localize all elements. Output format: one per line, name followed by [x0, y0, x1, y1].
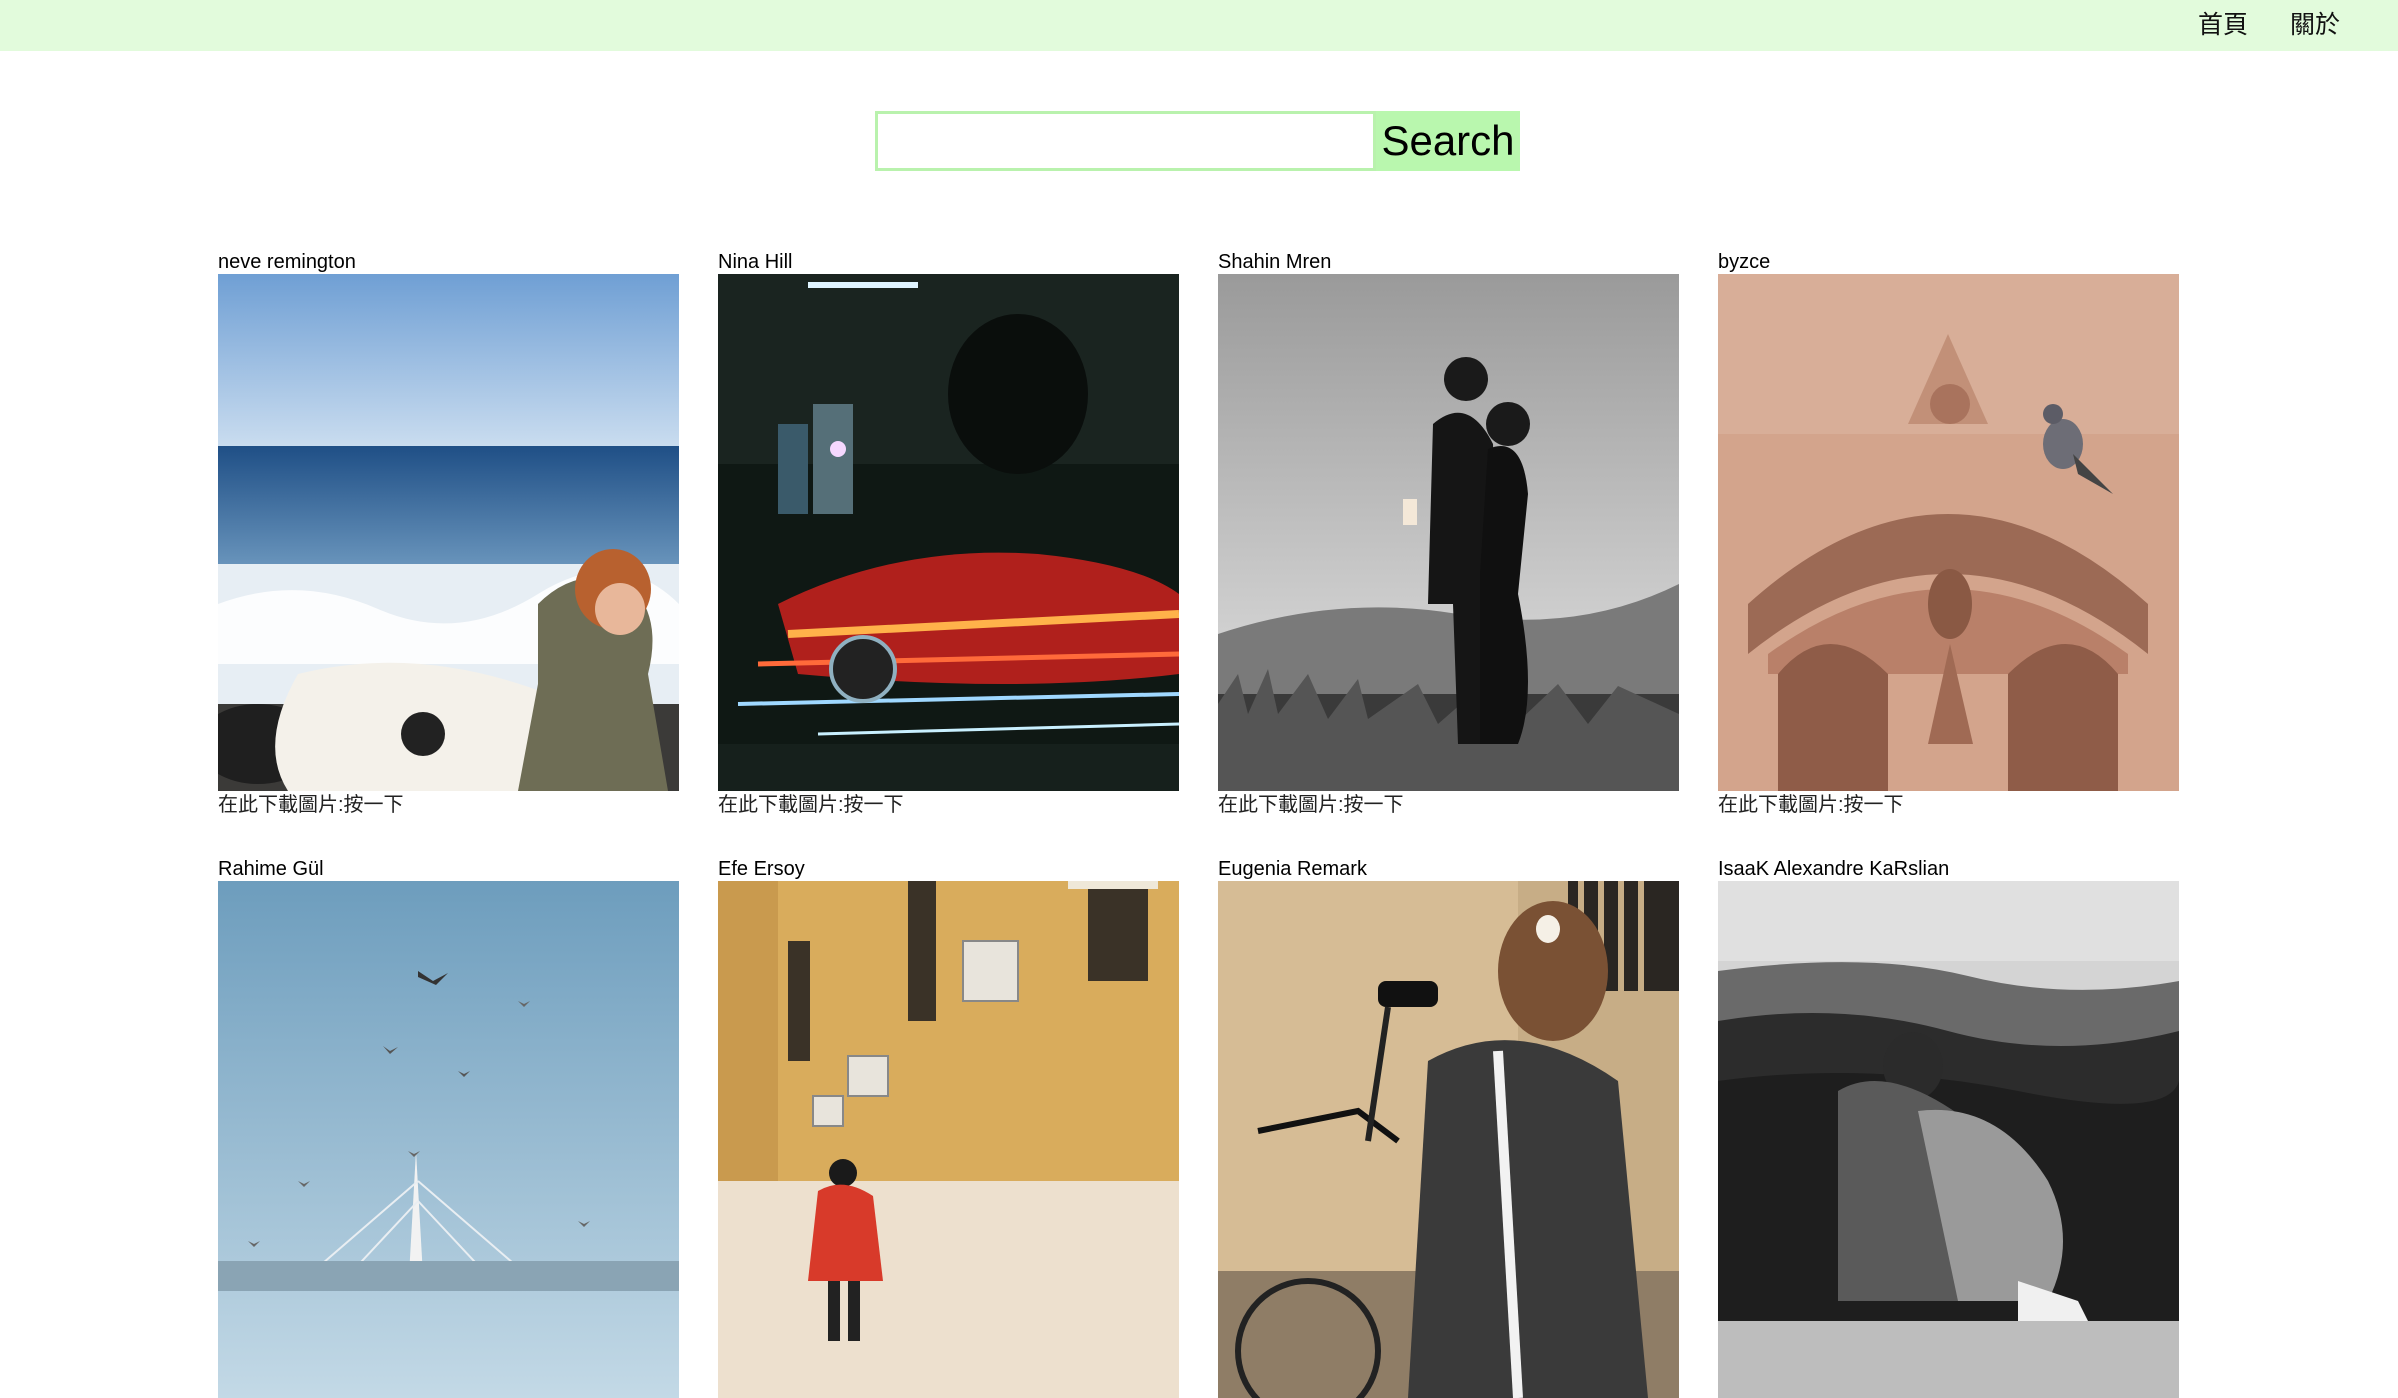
download-link[interactable]: 在此下載圖片:按一下	[1218, 793, 1404, 817]
photo-surfer-ocean[interactable]	[218, 274, 679, 791]
photo-author: Eugenia Remark	[1218, 858, 1367, 880]
download-link[interactable]: 在此下載圖片:按一下	[1718, 793, 1904, 817]
photo-night-car-lights[interactable]	[718, 274, 1179, 791]
photo-author: Efe Ersoy	[718, 858, 805, 880]
photo-author: neve remington	[218, 251, 356, 273]
download-link[interactable]: 在此下載圖片:按一下	[218, 793, 404, 817]
photo-couple-bw[interactable]	[1218, 274, 1679, 791]
download-link[interactable]: 在此下載圖片:按一下	[718, 793, 904, 817]
photo-yellow-building-street[interactable]	[718, 881, 1179, 1398]
photo-author: Nina Hill	[718, 251, 793, 273]
photo-seagulls-tower[interactable]	[218, 881, 679, 1398]
photo-author: Shahin Mren	[1218, 251, 1332, 273]
photo-author: Rahime Gül	[218, 858, 324, 880]
photo-woman-bicycle[interactable]	[1218, 881, 1679, 1398]
photo-author: IsaaK Alexandre KaRslian	[1718, 858, 1950, 880]
photo-woman-cliff-bw[interactable]	[1718, 881, 2179, 1398]
photo-author: byzce	[1718, 251, 1771, 273]
photo-gallery: neve remington 在此下載圖片:按一下 Nina Hill 在此下載…	[0, 0, 2398, 1398]
photo-carved-arch-pigeon[interactable]	[1718, 274, 2179, 791]
